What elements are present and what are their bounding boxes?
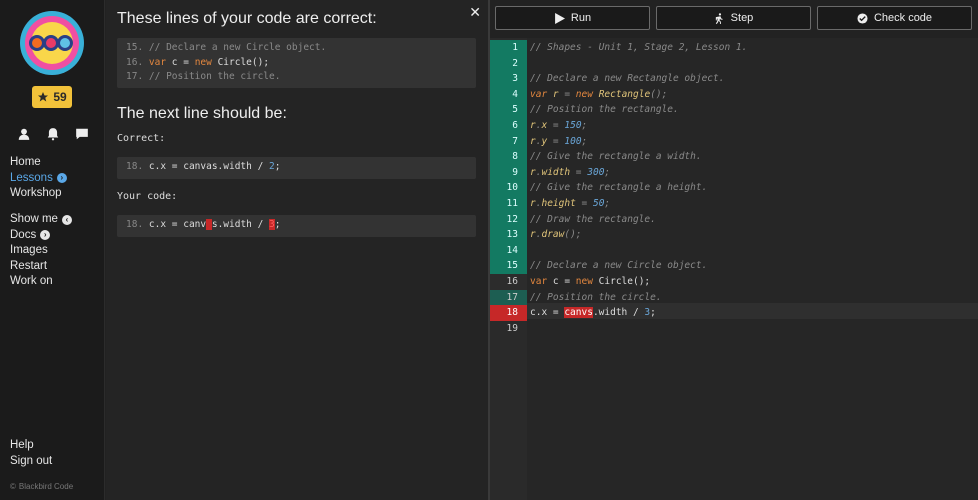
line-number: 12 (490, 211, 527, 228)
code-line: r.y = 100; (530, 135, 588, 147)
line-number: 8 (490, 149, 527, 165)
line-number: 16 (490, 274, 527, 290)
code-line: r.height = 50; (530, 198, 611, 209)
code-editor[interactable]: 1 2 3 4 5 6 7 8 9 10 11 12 13 14 15 16 1… (490, 38, 978, 500)
line-number: 3 (490, 71, 527, 87)
line-number: 1 (490, 40, 527, 56)
blackbird-logo[interactable] (20, 11, 84, 75)
close-icon[interactable]: ✕ (469, 5, 481, 21)
play-icon (555, 12, 565, 24)
code-line: // Shapes - Unit 1, Stage 2, Lesson 1. (530, 42, 748, 53)
nav-docs[interactable]: Docs › (10, 228, 72, 244)
code-line: // Declare a new Circle object. (530, 260, 708, 272)
code-line-error: c.x = canvs.width / 3; (530, 307, 656, 319)
code-line: var c = new Circle(); (530, 276, 651, 287)
run-button[interactable]: Run (495, 6, 650, 30)
next-line-heading: The next line should be: (117, 105, 287, 122)
chat-icon[interactable] (75, 126, 89, 140)
code-line: // Position the rectangle. (530, 104, 679, 116)
line-number: 19 (506, 322, 518, 334)
line-number: 14 (490, 242, 527, 259)
code-line: // Give the rectangle a width. (530, 151, 702, 163)
correct-lines-code: 15. // Declare a new Circle object. 16. … (117, 38, 476, 88)
your-code-label: Your code: (117, 191, 178, 202)
walking-icon (715, 12, 723, 24)
code-line: // Position the circle. (530, 291, 662, 303)
step-button[interactable]: Step (656, 6, 811, 30)
code-line: // Give the rectangle a height. (530, 182, 708, 194)
bell-icon[interactable] (46, 126, 60, 141)
nav-restart[interactable]: Restart (10, 259, 72, 275)
line-number: 15 (490, 258, 527, 274)
correct-lines-heading: These lines of your code are correct: (117, 10, 377, 27)
line-number: 9 (490, 164, 527, 181)
nav-help[interactable]: Help (10, 438, 52, 454)
star-icon (38, 92, 49, 102)
star-count: 59 (53, 90, 67, 104)
star-count-badge[interactable]: 59 (32, 86, 72, 108)
code-line: // Draw the rectangle. (530, 213, 656, 225)
nav-work-on[interactable]: Work on (10, 274, 72, 290)
nav-lessons[interactable]: Lessons › (10, 171, 67, 187)
line-number: 6 (490, 118, 527, 134)
nav-images[interactable]: Images (10, 243, 72, 259)
correct-label: Correct: (117, 133, 166, 144)
nav-show-me[interactable]: Show me ‹ (10, 212, 72, 228)
check-circle-icon (857, 12, 868, 24)
nav-home[interactable]: Home (10, 155, 67, 171)
line-number: 4 (490, 86, 527, 103)
line-number: 13 (490, 227, 527, 243)
code-line: // Declare a new Rectangle object. (530, 73, 725, 85)
line-number: 11 (490, 196, 527, 212)
line-number: 7 (490, 133, 527, 150)
code-line: r.draw(); (530, 229, 582, 241)
nav-workshop[interactable]: Workshop (10, 186, 67, 202)
feedback-panel: ✕ These lines of your code are correct: … (106, 0, 489, 500)
chevron-left-icon: ‹ (61, 214, 72, 225)
code-line: r.width = 300; (530, 166, 611, 178)
line-number-gutter: 1 2 3 4 5 6 7 8 9 10 11 12 13 14 15 16 1… (490, 38, 527, 500)
your-line-code: 18. c.x = canvas.width / 3; (117, 215, 476, 237)
line-number: 10 (490, 180, 527, 196)
chevron-right-icon: › (40, 230, 51, 241)
code-line: var r = new Rectangle(); (530, 88, 668, 100)
correct-line-code: 18. c.x = canvas.width / 2; (117, 157, 476, 179)
copyright-icon: © (10, 482, 16, 491)
line-number: 5 (490, 102, 527, 118)
check-code-button[interactable]: Check code (817, 6, 972, 30)
line-number: 17 (490, 289, 527, 306)
copyright: © Blackbird Code (10, 482, 74, 491)
sidebar: 59 Home Lessons › Workshop Show me ‹ Docs ›… (0, 0, 105, 500)
line-number: 2 (490, 55, 527, 72)
chevron-right-icon: › (56, 173, 67, 184)
code-line: r.x = 150; (530, 120, 588, 131)
nav-sign-out[interactable]: Sign out (10, 454, 52, 470)
line-number: 18 (490, 305, 527, 321)
user-icon[interactable] (17, 126, 31, 140)
